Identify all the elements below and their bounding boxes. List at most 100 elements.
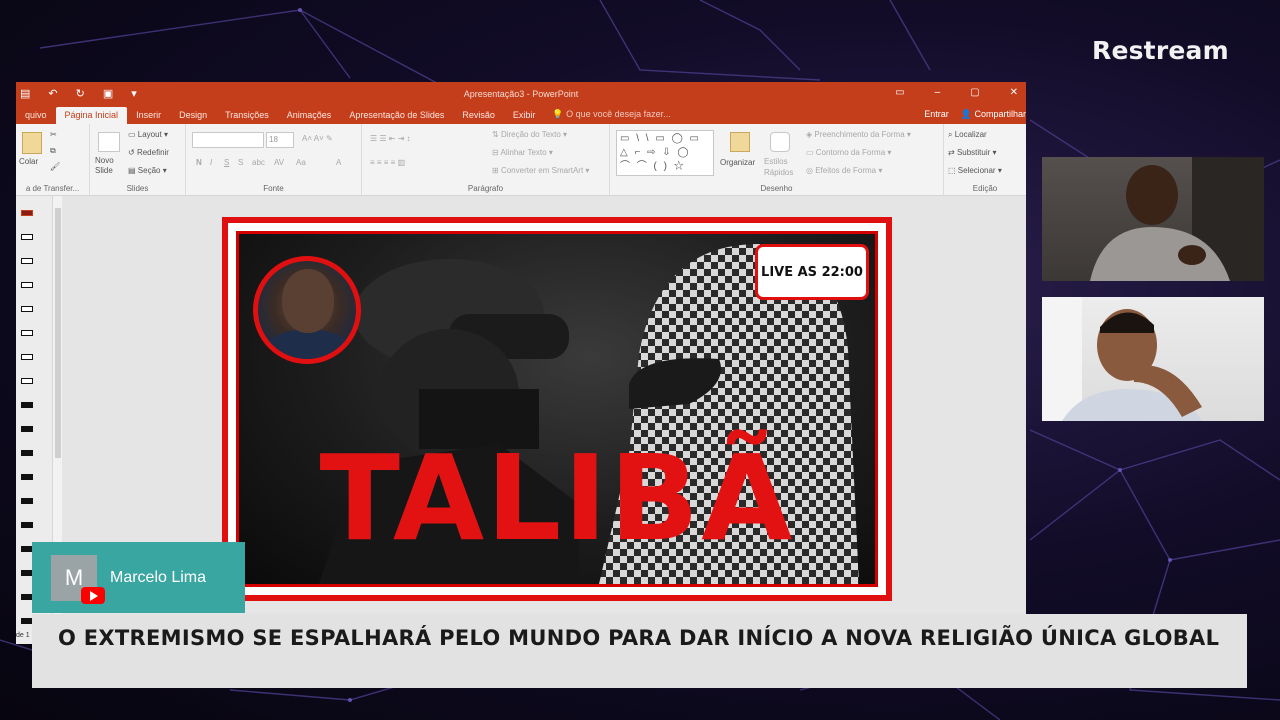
- shadow-button[interactable]: S: [238, 158, 243, 167]
- tab-insert[interactable]: Inserir: [127, 107, 170, 124]
- underline-button[interactable]: S: [224, 158, 229, 167]
- shape-effects-button[interactable]: ◎ Efeitos de Forma ▾: [806, 166, 882, 175]
- quick-styles-button[interactable]: Estilos Rápidos: [764, 156, 798, 178]
- group-label: Desenho: [760, 184, 793, 193]
- grow-font-icon[interactable]: A˄ A˅ ✎: [302, 134, 333, 143]
- youtube-icon: [81, 587, 105, 604]
- tab-file[interactable]: quivo: [16, 107, 56, 124]
- slide-thumbnail[interactable]: [21, 474, 33, 480]
- bold-button[interactable]: N: [196, 158, 202, 167]
- title-bar: ▤ ↶ ↻ ▣ ▾ Apresentação3 - PowerPoint ▭ –…: [16, 82, 1026, 106]
- maximize-icon[interactable]: ▢: [970, 87, 979, 98]
- document-title: Apresentação3 - PowerPoint: [463, 89, 579, 99]
- tab-home[interactable]: Página Inicial: [55, 107, 128, 124]
- slide-thumbnail[interactable]: [21, 234, 33, 240]
- headline-text: O EXTREMISMO SE ESPALHARÁ PELO MUNDO PAR…: [58, 626, 1220, 650]
- shapes-gallery[interactable]: ▭ \ \ ▭ ◯ ▭ △ ⌐ ⇨ ⇩ ◯ ⌒ ⌒ ( ) ☆: [616, 130, 714, 176]
- find-button[interactable]: ⌕ Localizar: [948, 130, 987, 140]
- current-slide[interactable]: LIVE AS 22:00 TALIBÃ: [222, 217, 892, 601]
- participant-1-video: [1090, 157, 1264, 281]
- select-button[interactable]: ⬚ Selecionar ▾: [948, 166, 1002, 175]
- tab-review[interactable]: Revisão: [453, 107, 504, 124]
- search-icon: ⌕: [948, 130, 955, 139]
- case-button[interactable]: Aa: [296, 158, 306, 167]
- bullets-icon[interactable]: ☰ ☰ ⇤ ⇥ ↕: [370, 134, 411, 143]
- group-drawing: ▭ \ \ ▭ ◯ ▭ △ ⌐ ⇨ ⇩ ◯ ⌒ ⌒ ( ) ☆ Organizar …: [610, 124, 944, 196]
- participant-nametag: M Marcelo Lima: [32, 542, 245, 613]
- font-size-dropdown[interactable]: 18: [266, 132, 294, 148]
- quick-styles-icon[interactable]: [770, 132, 790, 152]
- group-font: 18 A˄ A˅ ✎ N I S S abc AV Aa A Fonte: [186, 124, 362, 196]
- tab-design[interactable]: Design: [170, 107, 216, 124]
- spacing-button[interactable]: AV: [274, 158, 284, 167]
- format-painter-icon[interactable]: 🖌: [50, 162, 60, 171]
- lightbulb-icon: 💡: [552, 109, 567, 119]
- reset-button[interactable]: ↺ Redefinir: [128, 148, 169, 157]
- signin-link[interactable]: Entrar: [924, 109, 949, 120]
- webcam-participant-2: [1042, 297, 1264, 421]
- host-photo-circle: [253, 256, 361, 364]
- webcam-participant-1: [1042, 157, 1264, 281]
- brand-logo: Restream: [1092, 36, 1229, 65]
- group-label: Parágrafo: [467, 184, 504, 193]
- live-time-badge: LIVE AS 22:00: [755, 244, 869, 300]
- shape-outline-button[interactable]: ▭ Contorno da Forma ▾: [806, 148, 891, 157]
- group-paragraph: ☰ ☰ ⇤ ⇥ ↕ ≡ ≡ ≡ ≡ ▥ ⇅ Direção do Texto ▾…: [362, 124, 610, 196]
- tell-me-search[interactable]: 💡 O que você deseja fazer...: [544, 106, 678, 124]
- minimize-icon[interactable]: –: [935, 87, 941, 98]
- slide-thumbnail[interactable]: [21, 450, 33, 456]
- tab-animations[interactable]: Animações: [278, 107, 341, 124]
- section-button[interactable]: ▤ Seção ▾: [128, 166, 167, 175]
- font-color-button[interactable]: A: [336, 158, 341, 167]
- slide-image: LIVE AS 22:00 TALIBÃ: [236, 231, 878, 587]
- slide-thumbnail[interactable]: [21, 498, 33, 504]
- close-icon[interactable]: ✕: [1010, 87, 1018, 98]
- replace-button[interactable]: ⇄ Substituir ▾: [948, 148, 997, 157]
- strikethrough-button[interactable]: abc: [252, 158, 265, 167]
- font-name-dropdown[interactable]: [192, 132, 264, 148]
- ribbon: Colar ✂ ⧉ 🖌 a de Transfer... Novo Slide …: [16, 124, 1026, 196]
- slide-thumbnail[interactable]: [21, 378, 33, 384]
- align-icons[interactable]: ≡ ≡ ≡ ≡ ▥: [370, 158, 405, 167]
- ribbon-tabs: quivo Página Inicial Inserir Design Tran…: [16, 106, 1026, 124]
- paste-button[interactable]: Colar: [19, 157, 38, 166]
- text-direction-button[interactable]: ⇅ Direção do Texto ▾: [492, 130, 567, 139]
- group-editing: ⌕ Localizar ⇄ Substituir ▾ ⬚ Selecionar …: [944, 124, 1026, 196]
- share-button[interactable]: 👤 Compartilhar: [961, 109, 1026, 120]
- group-label: Fonte: [263, 184, 284, 193]
- align-text-button[interactable]: ⊟ Alinhar Texto ▾: [492, 148, 553, 157]
- group-clipboard: Colar ✂ ⧉ 🖌 a de Transfer...: [16, 124, 90, 196]
- paste-icon[interactable]: [22, 132, 42, 154]
- share-person-icon: 👤: [960, 109, 975, 119]
- new-slide-icon[interactable]: [98, 132, 120, 152]
- tab-slideshow[interactable]: Apresentação de Slides: [340, 107, 453, 124]
- ribbon-options-icon[interactable]: ▭: [895, 87, 904, 98]
- lower-third-banner: O EXTREMISMO SE ESPALHARÁ PELO MUNDO PAR…: [32, 614, 1247, 688]
- slide-thumbnail[interactable]: [21, 258, 33, 264]
- copy-icon[interactable]: ⧉: [50, 146, 56, 156]
- group-slides: Novo Slide ▭ Layout ▾ ↺ Redefinir ▤ Seçã…: [90, 124, 186, 196]
- slide-thumbnail[interactable]: [21, 522, 33, 528]
- smartart-button[interactable]: ⊞ Converter em SmartArt ▾: [492, 166, 589, 175]
- status-slide-count: de 1: [16, 632, 30, 639]
- participant-name: Marcelo Lima: [110, 569, 207, 586]
- layout-button[interactable]: ▭ Layout ▾: [128, 130, 168, 139]
- arrange-icon[interactable]: [730, 132, 750, 152]
- italic-button[interactable]: I: [210, 158, 212, 167]
- slide-thumbnail[interactable]: [21, 426, 33, 432]
- tab-view[interactable]: Exibir: [504, 107, 545, 124]
- slide-thumbnail[interactable]: [21, 402, 33, 408]
- slide-title: TALIBÃ: [319, 429, 795, 567]
- slide-thumbnail[interactable]: [21, 210, 33, 216]
- slide-thumbnail[interactable]: [21, 330, 33, 336]
- arrange-button[interactable]: Organizar: [720, 158, 755, 167]
- shape-fill-button[interactable]: ◈ Preenchimento da Forma ▾: [806, 130, 911, 139]
- scrollbar-thumb[interactable]: [55, 208, 61, 458]
- group-label: a de Transfer...: [25, 184, 80, 193]
- slide-thumbnail[interactable]: [21, 306, 33, 312]
- new-slide-button[interactable]: Novo Slide: [95, 156, 125, 176]
- cut-icon[interactable]: ✂: [50, 130, 57, 139]
- slide-thumbnail[interactable]: [21, 282, 33, 288]
- slide-thumbnail[interactable]: [21, 354, 33, 360]
- tab-transitions[interactable]: Transições: [216, 107, 278, 124]
